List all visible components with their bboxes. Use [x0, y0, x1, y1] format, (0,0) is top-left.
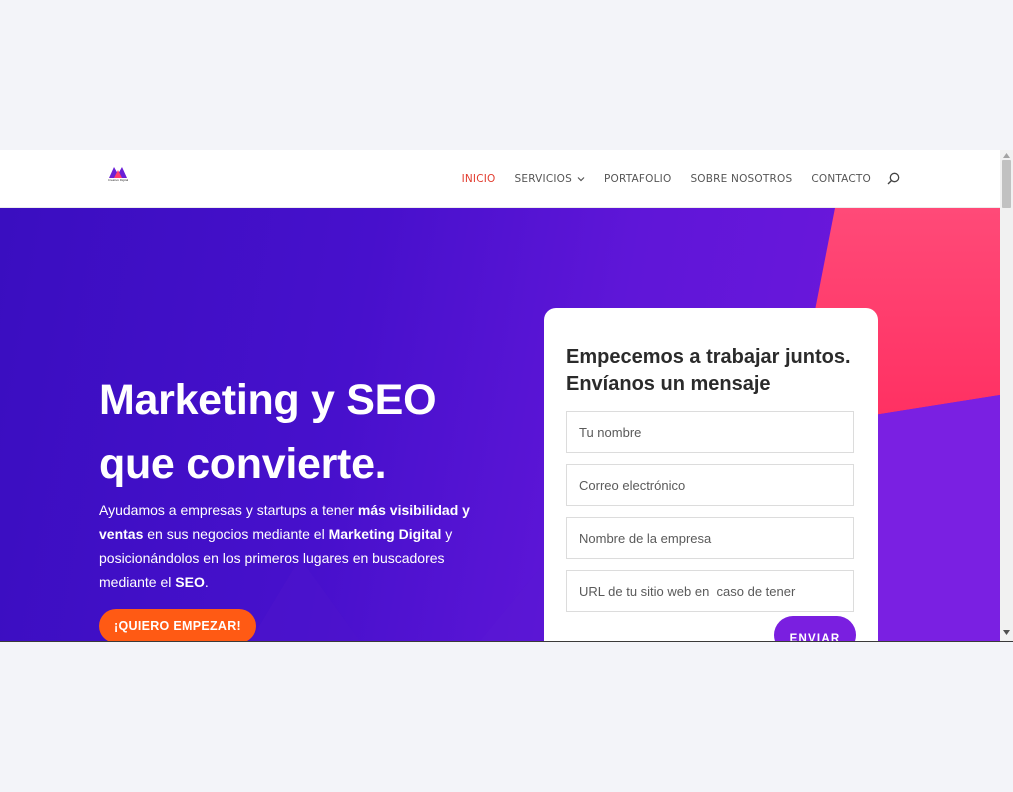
scroll-thumb[interactable]: [1002, 160, 1011, 208]
hero-title: Marketing y SEO que convierte.: [99, 368, 519, 496]
vertical-scrollbar[interactable]: [1000, 150, 1013, 641]
enviar-button[interactable]: ENVIAR: [774, 616, 856, 641]
company-field[interactable]: [566, 517, 854, 559]
nav-item-portafolio[interactable]: PORTAFOLIO: [604, 173, 671, 185]
contact-form-card: Empecemos a trabajar juntos. Envíanos un…: [544, 308, 878, 641]
hero-description: Ayudamos a empresas y startups a tener m…: [99, 498, 479, 594]
hero-text-bold: Marketing Digital: [328, 526, 442, 542]
hero-text-part: Ayudamos a empresas y startups a tener: [99, 502, 358, 518]
nav-item-inicio[interactable]: INICIO: [462, 173, 496, 185]
website-url-field[interactable]: [566, 570, 854, 612]
logo-text: Creativo Digital: [107, 178, 129, 182]
nav-item-servicios[interactable]: SERVICIOS: [515, 173, 585, 185]
hero-text-part: .: [204, 574, 209, 590]
main-nav: INICIO SERVICIOS PORTAFOLIO SOBRE NOSOTR…: [443, 150, 900, 207]
nav-item-contacto[interactable]: CONTACTO: [811, 173, 871, 185]
cta-quiero-empezar-button[interactable]: ¡QUIERO EMPEZAR!: [99, 609, 257, 641]
search-icon[interactable]: [887, 172, 900, 185]
email-field[interactable]: [566, 464, 854, 506]
scroll-up-arrow-icon[interactable]: [1003, 153, 1010, 158]
hero-title-line-1: Marketing y SEO: [99, 376, 437, 424]
hero-text-part: en sus negocios mediante el: [143, 526, 329, 542]
nav-item-sobre-nosotros[interactable]: SOBRE NOSOTROS: [690, 173, 792, 185]
hero-title-line-2: que convierte.: [99, 440, 387, 488]
hero-section: Marketing y SEO que convierte. Ayudamos …: [0, 208, 1000, 641]
nav-item-servicios-label: SERVICIOS: [514, 172, 572, 185]
logo-icon: [109, 167, 127, 178]
site-logo[interactable]: Creativo Digital: [103, 166, 133, 190]
browser-viewport: Creativo Digital INICIO SERVICIOS PORTAF…: [0, 150, 1013, 642]
site-header: Creativo Digital INICIO SERVICIOS PORTAF…: [0, 150, 1000, 208]
chevron-down-icon: [577, 176, 585, 182]
name-field[interactable]: [566, 411, 854, 453]
hero-text-bold: SEO: [175, 574, 205, 590]
scroll-down-arrow-icon[interactable]: [1003, 630, 1010, 635]
form-title: Empecemos a trabajar juntos. Envíanos un…: [566, 346, 851, 395]
